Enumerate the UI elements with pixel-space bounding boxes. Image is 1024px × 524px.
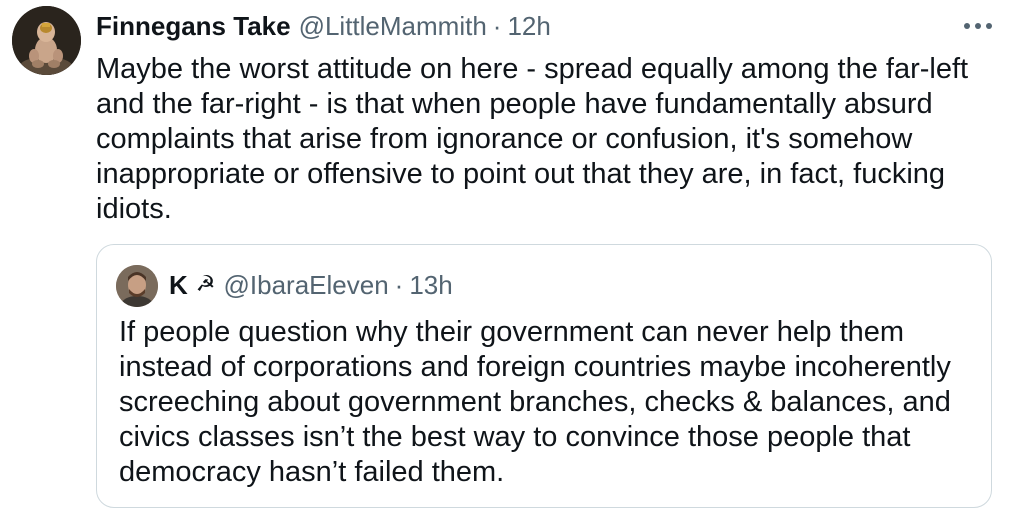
hammer-sickle-icon: ☭ [195,272,216,297]
more-horizontal-icon [964,23,992,29]
author-avatar[interactable] [12,6,81,75]
quoted-author-name[interactable]: K [169,269,188,301]
quoted-avatar-image [116,265,158,307]
quoted-tweet[interactable]: K ☭ @IbaraEleven · 13h If people questio… [96,244,992,508]
author-name[interactable]: Finnegans Take [96,10,291,42]
quoted-tweet-header: K ☭ @IbaraEleven · 13h [169,269,453,301]
avatar-image [12,6,81,75]
tweet-header: Finnegans Take @LittleMammith · 12h [96,10,551,42]
tweet[interactable]: Finnegans Take @LittleMammith · 12h Mayb… [0,0,1024,524]
quoted-author-avatar[interactable] [116,265,158,307]
tweet-text: Maybe the worst attitude on here - sprea… [96,53,969,225]
quoted-separator: · [394,270,404,300]
more-icon[interactable] [958,12,998,40]
timestamp[interactable]: 12h [507,10,550,42]
quoted-tweet-text: If people question why their government … [119,316,951,488]
author-handle[interactable]: @LittleMammith [299,10,487,42]
separator: · [492,11,502,41]
quoted-timestamp[interactable]: 13h [409,269,452,301]
quoted-author-handle[interactable]: @IbaraEleven [224,269,389,301]
